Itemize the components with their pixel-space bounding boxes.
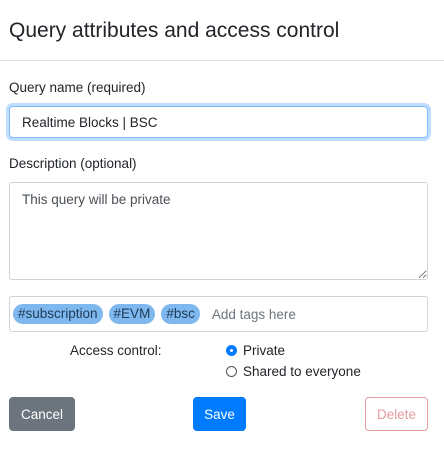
access-control-label: Access control: <box>70 343 162 358</box>
radio-unselected-icon[interactable] <box>226 366 237 377</box>
access-option-label: Private <box>243 343 286 358</box>
tag-chip[interactable]: #EVM <box>108 304 156 324</box>
save-button[interactable]: Save <box>193 397 246 431</box>
description-label: Description (optional) <box>9 156 137 171</box>
query-name-input[interactable] <box>9 106 428 138</box>
radio-selected-icon[interactable] <box>226 345 237 356</box>
tag-chip[interactable]: #subscription <box>13 304 103 324</box>
tags-field[interactable]: #subscription #EVM #bsc <box>9 296 428 332</box>
delete-button[interactable]: Delete <box>365 397 428 431</box>
description-textarea[interactable]: This query will be private <box>9 182 428 280</box>
tag-chip[interactable]: #bsc <box>161 304 200 324</box>
dialog-title: Query attributes and access control <box>9 19 340 42</box>
access-option-shared[interactable]: Shared to everyone <box>226 364 361 379</box>
dialog-header: Query attributes and access control <box>0 0 444 61</box>
access-option-label: Shared to everyone <box>243 364 361 379</box>
cancel-button[interactable]: Cancel <box>9 397 75 431</box>
add-tags-input[interactable] <box>209 305 364 323</box>
query-name-label: Query name (required) <box>9 80 146 95</box>
access-option-private[interactable]: Private <box>226 343 285 358</box>
